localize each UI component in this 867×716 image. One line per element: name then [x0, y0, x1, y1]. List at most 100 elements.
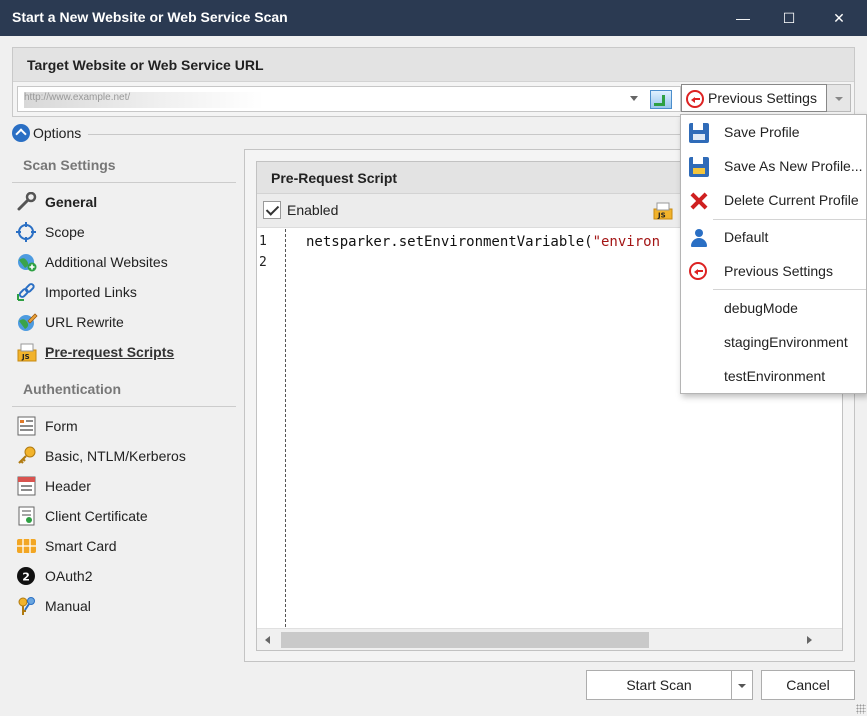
- horizontal-scrollbar[interactable]: [257, 628, 842, 650]
- sidebar-item-client-certificate[interactable]: Client Certificate: [16, 505, 148, 527]
- svg-text:2: 2: [22, 571, 30, 584]
- menu-item-save-as-new-profile[interactable]: Save As New Profile...: [681, 149, 866, 183]
- start-scan-button[interactable]: Start Scan: [586, 670, 732, 700]
- url-value: http://www.example.net/: [24, 92, 264, 108]
- sidebar-item-header[interactable]: Header: [16, 475, 91, 497]
- sidebar-item-additional-websites[interactable]: Additional Websites: [16, 251, 168, 273]
- js-file-icon[interactable]: JS: [653, 202, 673, 220]
- menu-item-debugmode[interactable]: debugMode: [681, 291, 866, 325]
- line-number: 1: [259, 234, 267, 249]
- menu-item-previous-settings[interactable]: Previous Settings: [681, 254, 866, 288]
- menu-item-label: Save Profile: [724, 124, 800, 140]
- smart-card-icon: [17, 539, 36, 553]
- menu-item-testenvironment[interactable]: testEnvironment: [681, 359, 866, 393]
- save-icon: [689, 123, 709, 143]
- sidebar-item-label: Imported Links: [45, 284, 137, 300]
- sidebar-item-label: Form: [45, 418, 78, 434]
- title-bar: Start a New Website or Web Service Scan …: [0, 0, 867, 36]
- menu-item-delete-current-profile[interactable]: Delete Current Profile: [681, 183, 866, 217]
- sidebar-item-label: Client Certificate: [45, 508, 148, 524]
- globe-pencil-icon: [18, 313, 38, 331]
- profile-dropdown-button[interactable]: [827, 84, 851, 112]
- url-input[interactable]: http://www.example.net/: [17, 86, 681, 112]
- resize-grip[interactable]: [856, 704, 866, 714]
- minimize-button[interactable]: —: [720, 0, 766, 36]
- open-in-browser-icon[interactable]: [650, 90, 672, 109]
- sidebar-item-basic-ntlm-kerberos[interactable]: Basic, NTLM/Kerberos: [16, 445, 186, 467]
- menu-separator: [713, 289, 866, 290]
- previous-settings-label: Previous Settings: [708, 90, 817, 106]
- menu-item-default[interactable]: Default: [681, 220, 866, 254]
- manual-keys-icon: [18, 597, 35, 615]
- globe-add-icon: [18, 254, 37, 272]
- line-number: 2: [259, 255, 267, 270]
- sidebar-item-url-rewrite[interactable]: URL Rewrite: [16, 311, 124, 333]
- sidebar-item-label: Manual: [45, 598, 91, 614]
- url-dropdown-arrow-icon[interactable]: [630, 96, 638, 101]
- menu-item-label: Default: [724, 229, 769, 245]
- options-label: Options: [33, 125, 82, 141]
- svg-text:JS: JS: [657, 212, 666, 220]
- maximize-button[interactable]: ☐: [766, 0, 812, 36]
- menu-item-label: Save As New Profile...: [724, 158, 863, 174]
- cancel-button[interactable]: Cancel: [761, 670, 855, 700]
- sidebar-item-smart-card[interactable]: Smart Card: [16, 535, 117, 557]
- target-url-header: Target Website or Web Service URL: [13, 48, 854, 82]
- sidebar-item-label: Basic, NTLM/Kerberos: [45, 448, 186, 464]
- scroll-right-icon[interactable]: [807, 636, 812, 644]
- sidebar-item-label: URL Rewrite: [45, 314, 124, 330]
- delete-icon: [689, 191, 709, 211]
- svg-text:JS: JS: [21, 353, 30, 361]
- certificate-icon: [18, 506, 35, 526]
- start-scan-dropdown-button[interactable]: [731, 670, 753, 700]
- sidebar-item-scope[interactable]: Scope: [16, 221, 85, 243]
- window-title: Start a New Website or Web Service Scan: [12, 9, 288, 25]
- save-as-icon: [689, 157, 709, 177]
- menu-item-stagingenvironment[interactable]: stagingEnvironment: [681, 325, 866, 359]
- sidebar-item-label: OAuth2: [45, 568, 93, 584]
- wrench-icon: [17, 192, 37, 211]
- key-icon: [18, 446, 36, 464]
- previous-settings-icon: [689, 262, 707, 280]
- sidebar-item-form[interactable]: Form: [16, 415, 78, 437]
- line-number-gutter: 1 2: [257, 229, 286, 627]
- sidebar-item-manual[interactable]: Manual: [16, 595, 91, 617]
- enabled-label: Enabled: [287, 202, 339, 218]
- link-import-icon: [17, 283, 35, 301]
- code-string: "environ: [592, 234, 661, 250]
- scan-settings-heading: Scan Settings: [23, 157, 116, 173]
- crosshair-icon: [16, 222, 36, 242]
- collapse-options-icon[interactable]: [12, 124, 30, 142]
- close-button[interactable]: ✕: [816, 0, 862, 36]
- target-url-panel: Target Website or Web Service URL http:/…: [12, 47, 855, 117]
- previous-settings-icon: [686, 90, 704, 108]
- sidebar-divider: [12, 182, 236, 183]
- menu-item-save-profile[interactable]: Save Profile: [681, 115, 866, 149]
- menu-item-label: Previous Settings: [724, 263, 833, 279]
- sidebar-item-label: General: [45, 194, 98, 210]
- js-file-icon: JS: [17, 343, 37, 362]
- code-line: netsparker.setEnvironmentVariable("envir…: [306, 234, 660, 250]
- profile-dropdown-menu: Save Profile Save As New Profile... Dele…: [680, 114, 867, 394]
- sidebar-divider: [12, 406, 236, 407]
- user-icon: [689, 228, 709, 248]
- sidebar-item-label: Scope: [45, 224, 85, 240]
- menu-item-label: Delete Current Profile: [724, 192, 859, 208]
- enabled-checkbox[interactable]: [263, 201, 281, 219]
- previous-settings-button[interactable]: Previous Settings: [681, 84, 827, 112]
- sidebar-item-label: Pre-request Scripts: [45, 344, 175, 360]
- oauth2-icon: 2: [17, 567, 35, 585]
- sidebar-item-general[interactable]: General: [16, 191, 97, 213]
- menu-item-label: testEnvironment: [724, 368, 826, 384]
- scrollbar-thumb[interactable]: [281, 632, 649, 648]
- scroll-left-icon[interactable]: [265, 636, 270, 644]
- sidebar-item-pre-request-scripts[interactable]: JS Pre-request Scripts: [16, 341, 174, 363]
- menu-item-label: stagingEnvironment: [724, 334, 848, 350]
- sidebar-item-imported-links[interactable]: Imported Links: [16, 281, 137, 303]
- code-text: netsparker.setEnvironmentVariable(: [306, 234, 593, 250]
- sidebar-item-oauth2[interactable]: 2 OAuth2: [16, 565, 92, 587]
- menu-item-label: debugMode: [724, 300, 798, 316]
- sidebar-item-label: Header: [45, 478, 91, 494]
- authentication-heading: Authentication: [23, 381, 121, 397]
- options-divider: [88, 134, 698, 135]
